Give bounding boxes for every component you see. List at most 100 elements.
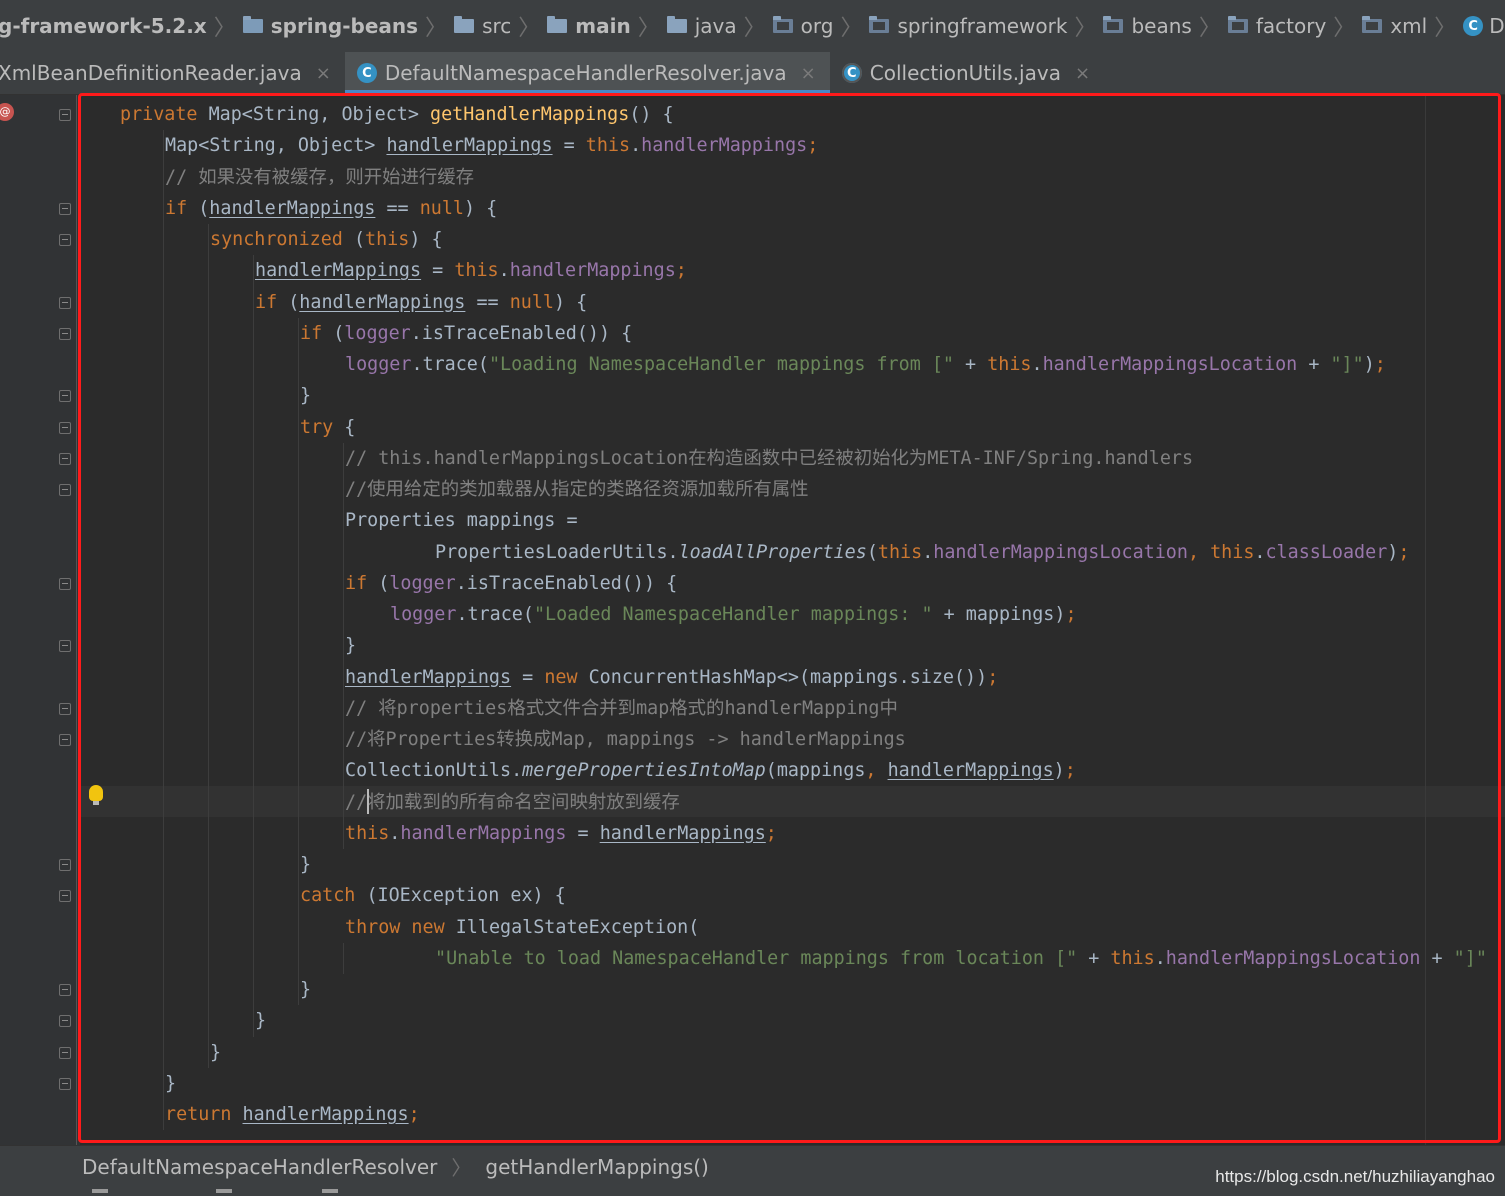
fold-marker-icon[interactable] <box>59 484 71 496</box>
fold-marker-icon[interactable] <box>59 452 71 465</box>
editor-tab[interactable]: C CollectionUtils.java × <box>830 52 1104 94</box>
fold-marker-icon[interactable] <box>59 640 71 653</box>
breadcrumb-item[interactable]: beans <box>1103 14 1192 38</box>
status-bar-icon[interactable] <box>322 1189 338 1193</box>
breadcrumb-item[interactable]: C DefaultNamespaceHandlerRe <box>1463 14 1505 38</box>
editor-tab[interactable]: XmlBeanDefinitionReader.java × <box>0 52 345 94</box>
code-line[interactable]: // 如果没有被缓存，则开始进行缓存 <box>165 162 474 193</box>
breadcrumb-item[interactable]: org <box>772 14 833 38</box>
code-line[interactable]: } <box>300 974 311 1005</box>
code-line[interactable]: //使用给定的类加载器从指定的类路径资源加载所有属性 <box>345 474 809 505</box>
fold-marker-icon[interactable] <box>59 109 71 121</box>
code-line[interactable]: } <box>255 1005 266 1036</box>
status-bar-icon[interactable] <box>216 1189 232 1193</box>
override-marker-icon[interactable]: @ <box>0 103 14 121</box>
breadcrumb-item[interactable]: factory <box>1227 14 1326 38</box>
code-line[interactable]: PropertiesLoaderUtils.loadAllProperties(… <box>435 537 1409 568</box>
code-token: + mappings) <box>932 604 1066 625</box>
fold-marker-icon[interactable] <box>59 1015 71 1028</box>
code-token: + <box>1297 354 1331 375</box>
editor-tab[interactable]: C DefaultNamespaceHandlerResolver.java × <box>344 52 830 94</box>
code-line[interactable]: //将加载到的所有命名空间映射放到缓存 <box>345 787 680 818</box>
code-line[interactable]: "Unable to load NamespaceHandler mapping… <box>435 943 1487 974</box>
code-token: .isTraceEnabled()) { <box>410 322 633 344</box>
close-tab-icon[interactable]: × <box>316 63 331 84</box>
code-token: ) { <box>553 291 588 313</box>
fold-marker-icon[interactable] <box>59 202 71 215</box>
code-line[interactable]: } <box>345 630 356 661</box>
fold-marker-icon[interactable] <box>59 390 71 403</box>
code-line[interactable]: // this.handlerMappingsLocation在构造函数中已经被… <box>345 443 1193 474</box>
lightbulb-intention-icon[interactable] <box>89 785 103 805</box>
code-line[interactable]: try { <box>300 412 355 443</box>
fold-marker-icon[interactable] <box>59 296 71 309</box>
code-token: logger <box>345 354 412 375</box>
fold-marker-icon[interactable] <box>59 984 71 996</box>
code-line[interactable]: Map<String, Object> handlerMappings = th… <box>165 130 818 161</box>
breadcrumb-item[interactable]: xml <box>1362 14 1427 38</box>
fold-marker-icon[interactable] <box>59 234 71 246</box>
breadcrumb-item[interactable]: java <box>666 14 737 38</box>
code-line[interactable]: catch (IOException ex) { <box>300 880 566 911</box>
breadcrumb-item[interactable]: g-framework-5.2.x <box>0 14 207 38</box>
code-editor[interactable]: @ private Map<String, Object> getHandler… <box>0 95 1505 1145</box>
breadcrumb-item[interactable]: src <box>454 14 511 38</box>
code-line[interactable]: if (handlerMappings == null) { <box>165 193 497 224</box>
text-caret <box>367 789 369 814</box>
code-line[interactable]: private Map<String, Object> getHandlerMa… <box>120 99 674 130</box>
breadcrumb-item[interactable]: springframework <box>869 14 1067 38</box>
breadcrumb-class[interactable]: DefaultNamespaceHandlerResolver <box>82 1155 437 1179</box>
breadcrumb-item[interactable]: spring-beans <box>242 14 418 38</box>
close-tab-icon[interactable]: × <box>801 63 816 84</box>
fold-marker-icon[interactable] <box>59 702 71 715</box>
indent-guide <box>298 317 299 1006</box>
status-bar-icon[interactable] <box>92 1189 108 1193</box>
code-line[interactable]: this.handlerMappings = handlerMappings; <box>345 818 777 849</box>
breadcrumb-separator: 〉 <box>840 16 863 41</box>
fold-marker-icon[interactable] <box>59 859 71 871</box>
code-line[interactable]: if (handlerMappings == null) { <box>255 287 587 318</box>
code-line[interactable]: synchronized (this) { <box>210 224 443 255</box>
code-line[interactable]: return handlerMappings; <box>165 1099 420 1130</box>
code-line[interactable]: if (logger.isTraceEnabled()) { <box>300 318 632 349</box>
code-line[interactable]: } <box>300 849 311 880</box>
breadcrumb-method[interactable]: getHandlerMappings() <box>485 1155 708 1179</box>
code-line[interactable]: Properties mappings = <box>345 505 578 536</box>
package-icon <box>1362 16 1383 33</box>
breadcrumb-separator: 〉 <box>1434 16 1457 41</box>
code-line[interactable]: //将Properties转换成Map, mappings -> handler… <box>345 724 906 755</box>
code-token: this <box>1110 947 1155 969</box>
code-line[interactable]: } <box>210 1037 221 1068</box>
fold-marker-icon[interactable] <box>59 890 71 903</box>
code-line[interactable]: logger.trace("Loading NamespaceHandler m… <box>345 349 1386 380</box>
code-line[interactable]: handlerMappings = this.handlerMappings; <box>255 255 687 286</box>
editor-gutter[interactable]: @ <box>0 95 80 1145</box>
code-line[interactable]: logger.trace("Loaded NamespaceHandler ma… <box>390 599 1077 630</box>
code-token: this <box>877 541 923 563</box>
code-line[interactable]: CollectionUtils.mergePropertiesIntoMap(m… <box>345 755 1076 786</box>
code-token: logger <box>389 572 456 594</box>
code-token: null <box>509 291 554 313</box>
code-line[interactable]: handlerMappings = new ConcurrentHashMap<… <box>345 662 998 693</box>
code-line[interactable]: if (logger.isTraceEnabled()) { <box>345 568 677 599</box>
indent-guide <box>253 255 254 1037</box>
code-line[interactable]: } <box>165 1068 176 1099</box>
close-tab-icon[interactable]: × <box>1075 63 1090 84</box>
fold-marker-icon[interactable] <box>59 734 71 746</box>
code-token: this <box>345 822 390 844</box>
code-token: handlerMappings <box>509 260 676 282</box>
code-token: ; <box>987 666 999 688</box>
fold-marker-icon[interactable] <box>59 421 71 434</box>
code-line[interactable]: // 将properties格式文件合并到map格式的handlerMappin… <box>345 693 898 724</box>
fold-marker-icon[interactable] <box>59 327 71 340</box>
code-token: = <box>566 822 600 844</box>
fold-marker-icon[interactable] <box>59 577 71 590</box>
code-line[interactable]: throw new IllegalStateException( <box>345 912 699 943</box>
code-token: this <box>585 135 631 157</box>
fold-marker-icon[interactable] <box>59 1046 71 1059</box>
breadcrumb-item[interactable]: main <box>547 14 631 38</box>
code-token: == <box>375 197 420 219</box>
fold-marker-icon[interactable] <box>59 1077 71 1090</box>
code-line[interactable]: } <box>300 380 311 411</box>
tab-label: XmlBeanDefinitionReader.java <box>0 61 302 85</box>
